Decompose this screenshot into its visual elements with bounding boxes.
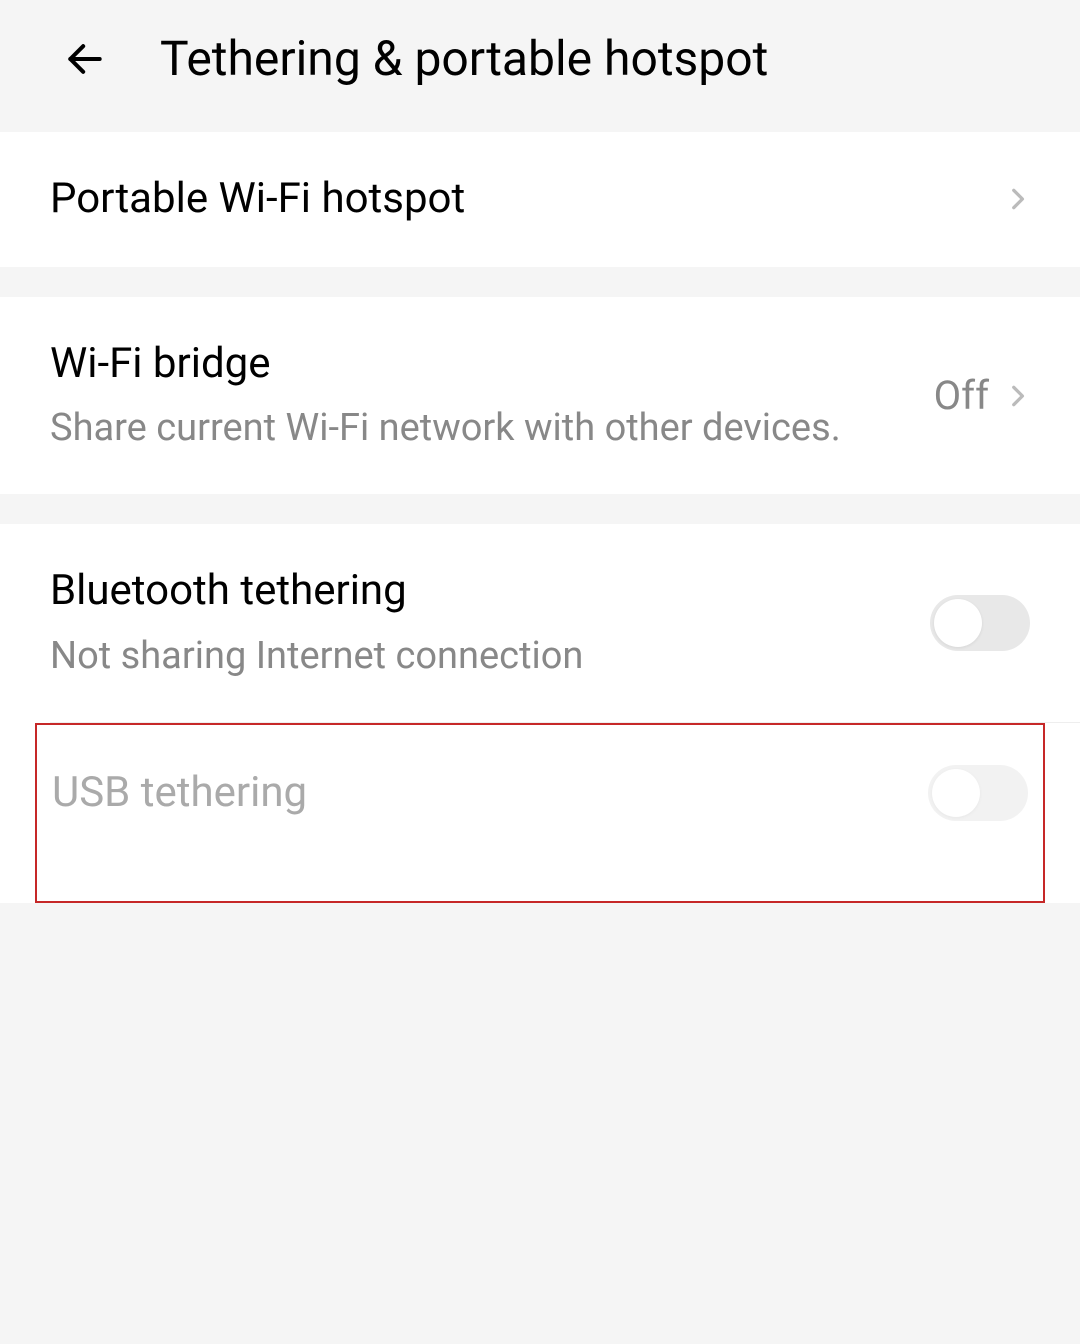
bluetooth-tethering-item[interactable]: Bluetooth tethering Not sharing Internet… [0, 524, 1080, 722]
header: Tethering & portable hotspot [0, 0, 1080, 127]
section-tethering: Bluetooth tethering Not sharing Internet… [0, 524, 1080, 903]
list-item-content: Bluetooth tethering Not sharing Internet… [50, 564, 930, 682]
list-item-content: USB tethering [52, 766, 928, 821]
section-bridge: Wi-Fi bridge Share current Wi-Fi network… [0, 297, 1080, 495]
section-gap [0, 267, 1080, 292]
section-gap [0, 494, 1080, 519]
item-right: Off [934, 372, 1030, 419]
bluetooth-tethering-toggle[interactable] [930, 595, 1030, 651]
item-subtitle: Not sharing Internet connection [50, 631, 930, 682]
item-title: Wi-Fi bridge [50, 337, 934, 392]
usb-tethering-item: USB tethering [37, 725, 1043, 901]
highlighted-usb-tethering: USB tethering [35, 723, 1045, 903]
item-title: USB tethering [52, 766, 928, 821]
section-hotspot: Portable Wi-Fi hotspot [0, 132, 1080, 267]
portable-wifi-hotspot-item[interactable]: Portable Wi-Fi hotspot [0, 132, 1080, 267]
item-right [1004, 178, 1030, 220]
chevron-right-icon [1004, 375, 1030, 417]
item-subtitle: Share current Wi-Fi network with other d… [50, 403, 934, 454]
list-item-content: Wi-Fi bridge Share current Wi-Fi network… [50, 337, 934, 455]
item-right [930, 595, 1030, 651]
chevron-right-icon [1004, 178, 1030, 220]
toggle-knob [934, 599, 982, 647]
toggle-knob [932, 769, 980, 817]
page-title: Tethering & portable hotspot [160, 30, 768, 87]
item-title: Portable Wi-Fi hotspot [50, 172, 1004, 227]
usb-tethering-toggle [928, 765, 1028, 821]
list-item-content: Portable Wi-Fi hotspot [50, 172, 1004, 227]
item-right [928, 765, 1028, 821]
status-badge: Off [934, 372, 989, 419]
back-icon[interactable] [60, 34, 110, 84]
wifi-bridge-item[interactable]: Wi-Fi bridge Share current Wi-Fi network… [0, 297, 1080, 495]
item-title: Bluetooth tethering [50, 564, 930, 619]
